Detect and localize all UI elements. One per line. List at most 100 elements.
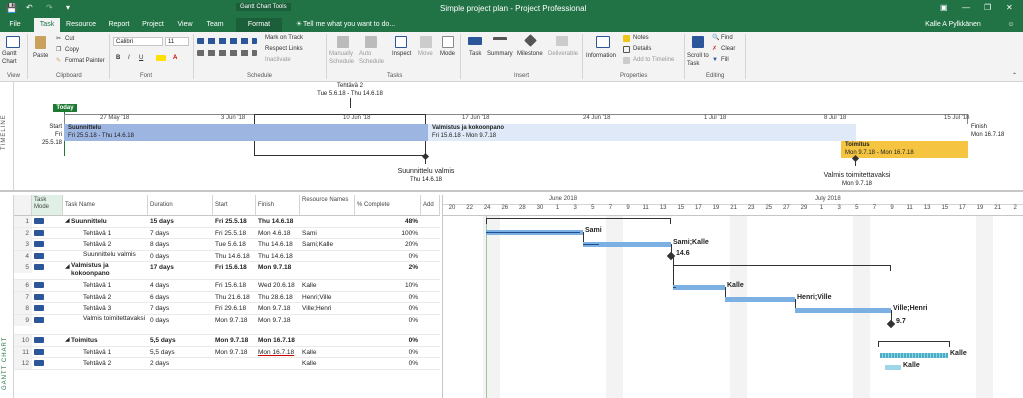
percent-complete-cell[interactable]: 0% — [357, 347, 418, 358]
indent-link-icons[interactable] — [197, 50, 257, 56]
copy-button[interactable]: Copy — [65, 46, 79, 54]
start-cell[interactable]: Fri 15.6.18 — [215, 280, 255, 291]
percent-complete-cell[interactable]: 0% — [357, 251, 418, 262]
finish-cell[interactable]: Wed 20.6.18 — [258, 280, 300, 291]
row-id[interactable]: 8 — [14, 303, 32, 314]
percent-complete-cell[interactable]: 20% — [357, 239, 418, 250]
header-resources[interactable]: Resource Names — [300, 195, 355, 215]
italic-button[interactable]: I — [128, 54, 130, 62]
task-name-cell[interactable]: Suunnittelu valmis — [83, 251, 149, 259]
task-name-cell[interactable]: Tehtävä 3 — [83, 303, 149, 314]
clear-button[interactable]: Clear — [721, 45, 735, 53]
task-row[interactable]: 5 ◢ Valmistus ja kokoonpano 17 days Fri 15.6… — [14, 262, 440, 280]
resource-cell[interactable]: Sami — [302, 228, 354, 239]
milestone-marker[interactable] — [886, 319, 896, 329]
row-id[interactable]: 5 — [14, 262, 32, 273]
duration-cell[interactable]: 4 days — [150, 280, 210, 291]
percent-complete-cell[interactable]: 10% — [357, 280, 418, 291]
header-finish[interactable]: Finish — [256, 195, 300, 215]
timeline-bar-valmistus[interactable]: Valmistus ja kokoonpano Fri 15.6.18 - Mo… — [428, 124, 856, 141]
summary-bar[interactable] — [486, 218, 671, 224]
highlight-icon[interactable] — [156, 55, 166, 61]
percent-complete-cell[interactable]: 100% — [357, 228, 418, 239]
header-start[interactable]: Start — [213, 195, 256, 215]
summary-bar[interactable] — [673, 265, 891, 271]
row-id[interactable]: 4 — [14, 250, 32, 262]
duration-cell[interactable]: 8 days — [150, 239, 210, 250]
save-icon[interactable]: 💾 — [6, 3, 17, 14]
notes-button[interactable]: Notes — [633, 34, 649, 42]
task-bar[interactable] — [885, 365, 901, 370]
task-bar[interactable] — [583, 242, 671, 247]
task-name-cell[interactable]: Suunnittelu — [71, 216, 149, 227]
collapse-icon[interactable]: ◢ — [65, 335, 70, 346]
duration-cell[interactable]: 6 days — [150, 292, 210, 303]
task-name-cell[interactable]: Valmistus ja kokoonpano — [71, 262, 149, 278]
task-name-cell[interactable]: Tehtävä 1 — [83, 228, 149, 239]
close-icon[interactable]: ✕ — [1006, 3, 1013, 12]
task-name-cell[interactable]: Tehtävä 2 — [83, 239, 149, 250]
row-id[interactable]: 10 — [14, 335, 32, 346]
finish-cell[interactable]: Mon 16.7.18 — [258, 347, 300, 358]
task-name-cell[interactable]: Tehtävä 1 — [83, 347, 149, 358]
start-cell[interactable]: Fri 15.6.18 — [215, 262, 255, 273]
finish-cell[interactable]: Mon 9.7.18 — [258, 303, 300, 314]
respect-links-button[interactable]: Respect Links — [265, 45, 303, 53]
tab-file[interactable]: File — [4, 18, 26, 32]
finish-cell[interactable]: Mon 9.7.18 — [258, 315, 300, 326]
task-bar[interactable] — [880, 353, 948, 358]
finish-cell[interactable]: Thu 28.6.18 — [258, 292, 300, 303]
percent-complete-cell[interactable]: 0% — [357, 335, 418, 346]
start-cell[interactable]: Fri 29.6.18 — [215, 303, 255, 314]
row-id[interactable]: 6 — [14, 280, 32, 291]
start-cell[interactable]: Mon 9.7.18 — [215, 335, 255, 346]
finish-cell[interactable]: Thu 14.6.18 — [258, 216, 300, 227]
task-row[interactable]: 3 Tehtävä 28 days Tue 5.6.18 Thu 14.6.18 Sam… — [14, 239, 440, 251]
task-row[interactable]: 11 Tehtävä 1 5,5 days Mon 9.7.18 Mon 16.7.18… — [14, 346, 440, 358]
information-button[interactable]: Information — [586, 52, 616, 60]
finish-cell[interactable]: Thu 14.6.18 — [258, 251, 300, 262]
timeline-view[interactable]: TIMELINE Tehtävä 2 Tue 5.6.18 - Thu 14.6… — [0, 82, 1023, 192]
duration-cell[interactable]: 2 days — [150, 358, 210, 369]
tab-task[interactable]: Task — [34, 18, 60, 32]
resource-cell[interactable]: Kalle — [302, 280, 354, 291]
task-bar[interactable] — [725, 297, 795, 302]
tab-team[interactable]: Team — [202, 18, 228, 32]
percent-complete-cell[interactable]: 48% — [357, 216, 418, 227]
task-name-cell[interactable]: Tehtävä 2 — [83, 292, 149, 303]
underline-button[interactable]: U — [139, 54, 143, 62]
duration-cell[interactable]: 0 days — [150, 251, 210, 262]
gantt-chart-area[interactable]: June 2018 July 2018 20 22 24 26 28 30 1 3 5 7 9 11 1… — [442, 195, 1023, 398]
fill-button[interactable]: Fill — [721, 56, 729, 64]
percent-complete-cell[interactable]: 0% — [357, 315, 418, 326]
tab-project[interactable]: Project — [138, 18, 168, 32]
timeline-bar-suunnittelu[interactable]: Suunnittelu Fri 25.5.18 - Thu 14.6.18 — [64, 124, 428, 141]
header-task-name[interactable]: Task Name — [63, 195, 148, 215]
header-complete[interactable]: % Complete — [355, 195, 421, 215]
start-cell[interactable]: Thu 21.6.18 — [215, 292, 255, 303]
ribbon-display-icon[interactable]: ▣ — [940, 3, 948, 12]
redo-icon[interactable]: ↷ — [46, 3, 53, 12]
finish-cell[interactable]: Mon 9.7.18 — [258, 262, 300, 273]
font-size-select[interactable]: 11 — [165, 37, 189, 46]
inspect-button[interactable]: Inspect — [392, 50, 411, 58]
tab-report[interactable]: Report — [104, 18, 134, 32]
share-icon[interactable]: ☺ — [1004, 18, 1018, 32]
task-name-cell[interactable]: Tehtävä 2 — [83, 358, 149, 369]
details-button[interactable]: Details — [633, 45, 651, 53]
milestone-button[interactable]: Milestone — [517, 50, 543, 58]
row-id[interactable]: 3 — [14, 239, 32, 250]
undo-icon[interactable]: ↶ — [26, 3, 33, 12]
deliverable-button[interactable]: Deliverable — [548, 50, 578, 58]
add-to-timeline-button[interactable]: Add to Timeline — [633, 56, 674, 64]
task-name-cell[interactable]: Valmis toimitettavaksi — [83, 315, 149, 323]
duration-cell[interactable]: 15 days — [150, 216, 210, 227]
font-color-icon[interactable]: A — [173, 54, 177, 62]
task-bar[interactable] — [486, 230, 583, 235]
duration-cell[interactable]: 17 days — [150, 262, 210, 273]
task-bar[interactable] — [795, 308, 891, 313]
collapse-ribbon-icon[interactable]: ⌃ — [1012, 72, 1017, 80]
percent-complete-cell[interactable]: 0% — [357, 303, 418, 314]
move-button[interactable]: Move — [418, 50, 433, 58]
summary-bar[interactable] — [878, 341, 950, 347]
